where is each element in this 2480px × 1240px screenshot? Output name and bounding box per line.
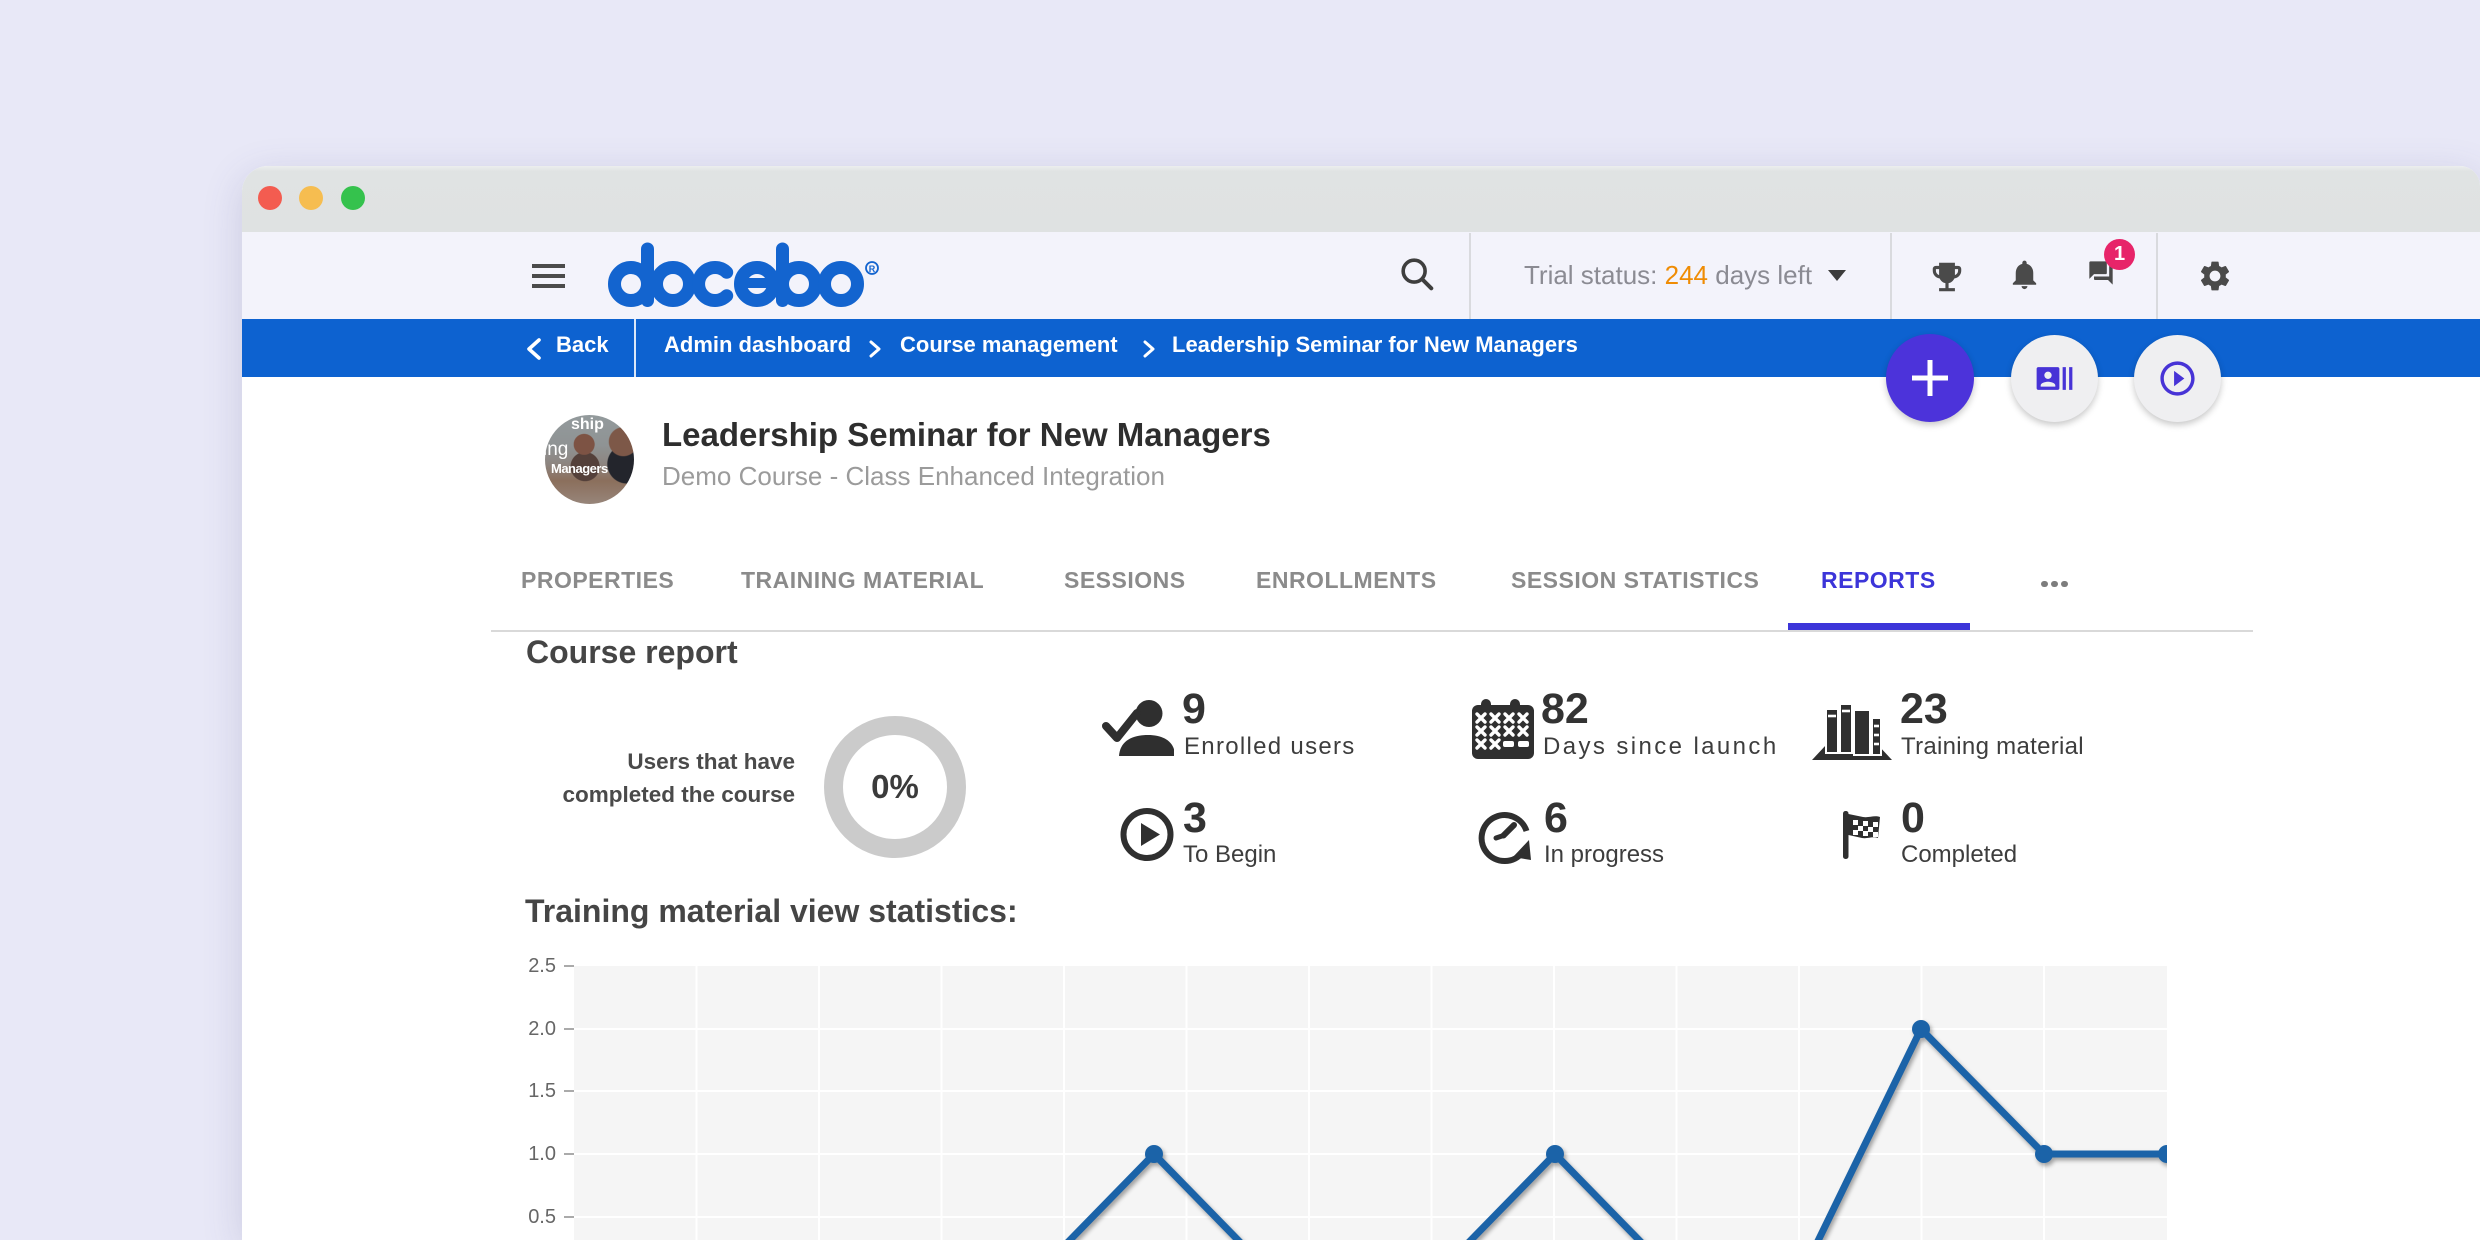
svg-text:R: R [869, 264, 876, 274]
